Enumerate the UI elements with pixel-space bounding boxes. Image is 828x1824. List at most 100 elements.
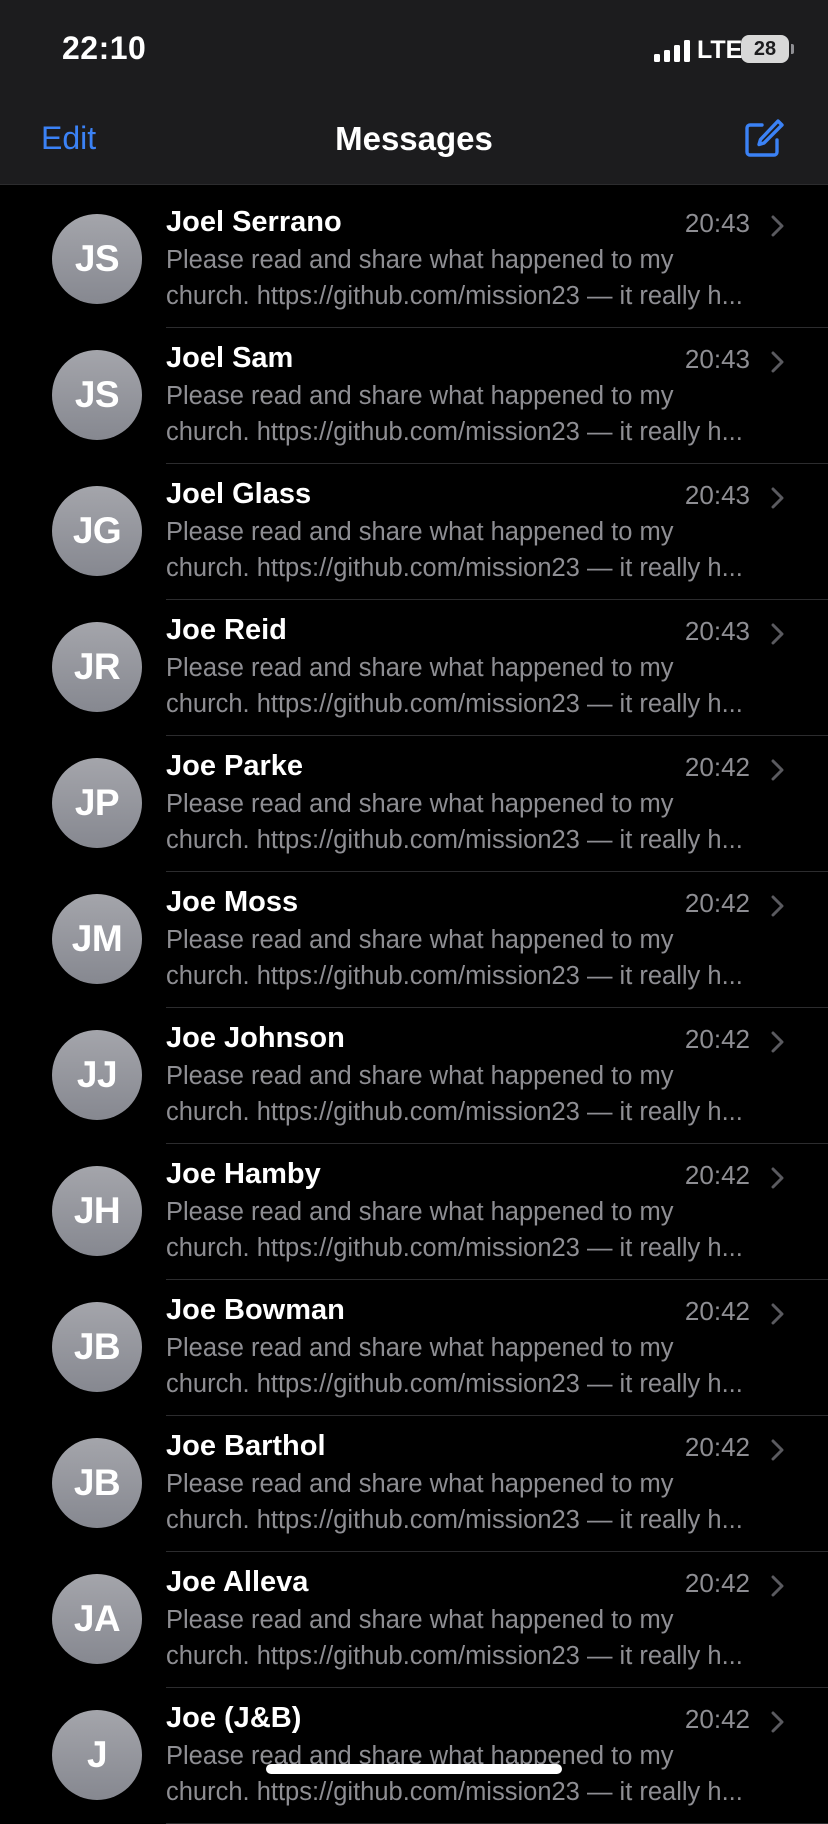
contact-name: Joe (J&B) bbox=[166, 1702, 302, 1734]
battery-icon: 28 bbox=[741, 35, 789, 63]
contact-name: Joe Moss bbox=[166, 886, 299, 918]
message-time: 20:43 bbox=[684, 616, 750, 646]
conversation-row[interactable]: JB Joe Barthol 20:42 Please read and share … bbox=[0, 1416, 828, 1552]
contact-name: Joe Hamby bbox=[166, 1158, 321, 1190]
avatar: JG bbox=[52, 486, 142, 576]
preview-line: Please read and share what happened to m… bbox=[166, 518, 674, 546]
preview-line: church. https://github.com/mission23 — i… bbox=[166, 962, 743, 990]
contact-name: Joe Johnson bbox=[166, 1022, 345, 1054]
preview-line: Please read and share what happened to m… bbox=[166, 926, 674, 954]
avatar: JJ bbox=[52, 1030, 142, 1120]
navigation-bar: Edit Messages bbox=[0, 96, 828, 184]
page-title: Messages bbox=[335, 120, 493, 157]
conversation-list: JS Joel Serrano 20:43 Please read and share… bbox=[0, 192, 828, 1824]
message-preview: Please read and share what happened to m… bbox=[166, 242, 786, 314]
conversation-row[interactable]: JG Joel Glass 20:43 Please read and share w… bbox=[0, 464, 828, 600]
message-preview: Please read and share what happened to m… bbox=[166, 1194, 786, 1266]
conversation-row[interactable]: JJ Joe Johnson 20:42 Please read and share … bbox=[0, 1008, 828, 1144]
chevron-right-icon bbox=[771, 487, 784, 509]
message-time: 20:42 bbox=[684, 752, 750, 782]
message-preview: Please read and share what happened to m… bbox=[166, 1330, 786, 1402]
compose-button[interactable] bbox=[740, 116, 786, 162]
top-bar: 22:10 LTE 28 Edit Messages bbox=[0, 0, 828, 185]
message-preview: Please read and share what happened to m… bbox=[166, 1602, 786, 1674]
chevron-right-icon bbox=[771, 759, 784, 781]
battery-level: 28 bbox=[753, 38, 777, 60]
conversation-row[interactable]: JS Joel Serrano 20:43 Please read and share… bbox=[0, 192, 828, 328]
message-preview: Please read and share what happened to m… bbox=[166, 1738, 786, 1810]
preview-line: church. https://github.com/mission23 — i… bbox=[166, 1642, 743, 1670]
message-preview: Please read and share what happened to m… bbox=[166, 922, 786, 994]
compose-icon bbox=[745, 119, 784, 157]
message-preview: Please read and share what happened to m… bbox=[166, 786, 786, 858]
message-time: 20:42 bbox=[684, 1432, 750, 1462]
avatar: JA bbox=[52, 1574, 142, 1664]
chevron-right-icon bbox=[771, 1575, 784, 1597]
preview-line: church. https://github.com/mission23 — i… bbox=[166, 554, 743, 582]
message-time: 20:43 bbox=[684, 480, 750, 510]
avatar: JB bbox=[52, 1302, 142, 1392]
chevron-right-icon bbox=[771, 1303, 784, 1325]
avatar: JR bbox=[52, 622, 142, 712]
message-preview: Please read and share what happened to m… bbox=[166, 1466, 786, 1538]
conversation-row[interactable]: J Joe (J&B) 20:42 Please read and share wha… bbox=[0, 1688, 828, 1824]
message-time: 20:42 bbox=[684, 1296, 750, 1326]
cellular-signal-icon bbox=[654, 38, 690, 62]
status-time: 22:10 bbox=[62, 30, 147, 66]
message-preview: Please read and share what happened to m… bbox=[166, 378, 786, 450]
preview-line: church. https://github.com/mission23 — i… bbox=[166, 1506, 743, 1534]
message-time: 20:43 bbox=[684, 344, 750, 374]
conversation-row[interactable]: JA Joe Alleva 20:42 Please read and share w… bbox=[0, 1552, 828, 1688]
chevron-right-icon bbox=[771, 1167, 784, 1189]
preview-line: church. https://github.com/mission23 — i… bbox=[166, 282, 743, 310]
preview-line: Please read and share what happened to m… bbox=[166, 1334, 674, 1362]
conversation-row[interactable]: JP Joe Parke 20:42 Please read and share wh… bbox=[0, 736, 828, 872]
avatar: JS bbox=[52, 214, 142, 304]
preview-line: Please read and share what happened to m… bbox=[166, 382, 674, 410]
preview-line: church. https://github.com/mission23 — i… bbox=[166, 1778, 743, 1806]
home-indicator[interactable] bbox=[266, 1764, 562, 1774]
preview-line: church. https://github.com/mission23 — i… bbox=[166, 1234, 743, 1262]
conversation-row[interactable]: JB Joe Bowman 20:42 Please read and share w… bbox=[0, 1280, 828, 1416]
message-preview: Please read and share what happened to m… bbox=[166, 1058, 786, 1130]
preview-line: Please read and share what happened to m… bbox=[166, 790, 674, 818]
preview-line: Please read and share what happened to m… bbox=[166, 654, 674, 682]
message-time: 20:42 bbox=[684, 1704, 750, 1734]
contact-name: Joe Alleva bbox=[166, 1566, 309, 1598]
conversation-row[interactable]: JS Joel Sam 20:43 Please read and share wha… bbox=[0, 328, 828, 464]
conversation-row[interactable]: JM Joe Moss 20:42 Please read and share wha… bbox=[0, 872, 828, 1008]
contact-name: Joel Serrano bbox=[166, 206, 342, 238]
chevron-right-icon bbox=[771, 351, 784, 373]
avatar: JM bbox=[52, 894, 142, 984]
preview-line: church. https://github.com/mission23 — i… bbox=[166, 1098, 743, 1126]
contact-name: Joe Barthol bbox=[166, 1430, 326, 1462]
chevron-right-icon bbox=[771, 1439, 784, 1461]
status-bar: 22:10 LTE 28 bbox=[0, 0, 828, 96]
conversation-row[interactable]: JR Joe Reid 20:43 Please read and share wha… bbox=[0, 600, 828, 736]
preview-line: Please read and share what happened to m… bbox=[166, 1062, 674, 1090]
avatar: JP bbox=[52, 758, 142, 848]
preview-line: church. https://github.com/mission23 — i… bbox=[166, 418, 743, 446]
contact-name: Joe Bowman bbox=[166, 1294, 345, 1326]
preview-line: Please read and share what happened to m… bbox=[166, 246, 674, 274]
contact-name: Joel Glass bbox=[166, 478, 312, 510]
message-preview: Please read and share what happened to m… bbox=[166, 650, 786, 722]
chevron-right-icon bbox=[771, 895, 784, 917]
chevron-right-icon bbox=[771, 215, 784, 237]
chevron-right-icon bbox=[771, 1031, 784, 1053]
contact-name: Joe Reid bbox=[166, 614, 287, 646]
preview-line: Please read and share what happened to m… bbox=[166, 1198, 674, 1226]
preview-line: Please read and share what happened to m… bbox=[166, 1606, 674, 1634]
battery-tip bbox=[791, 44, 794, 54]
message-time: 20:42 bbox=[684, 1160, 750, 1190]
message-time: 20:42 bbox=[684, 1568, 750, 1598]
network-type: LTE bbox=[697, 36, 743, 64]
chevron-right-icon bbox=[771, 623, 784, 645]
message-time: 20:43 bbox=[684, 208, 750, 238]
avatar: JS bbox=[52, 350, 142, 440]
conversation-row[interactable]: JH Joe Hamby 20:42 Please read and share wh… bbox=[0, 1144, 828, 1280]
message-time: 20:42 bbox=[684, 1024, 750, 1054]
avatar: J bbox=[52, 1710, 142, 1800]
preview-line: church. https://github.com/mission23 — i… bbox=[166, 690, 743, 718]
avatar: JB bbox=[52, 1438, 142, 1528]
